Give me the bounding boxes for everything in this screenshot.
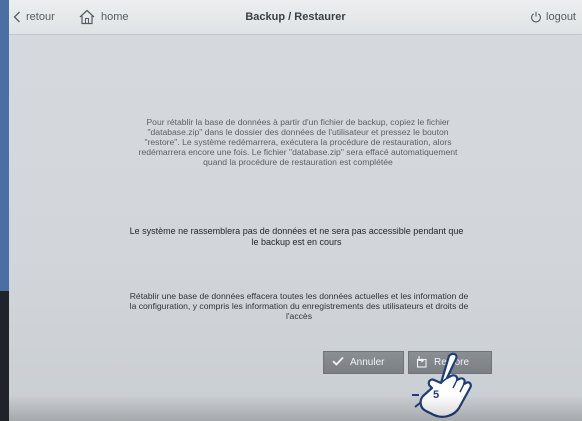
restore-button[interactable]: Restore	[408, 351, 492, 374]
restore-label: Restore	[434, 357, 470, 368]
top-bar: retour home Backup / Restaurer logout	[9, 0, 582, 35]
logout-button[interactable]: logout	[530, 0, 576, 34]
home-button[interactable]: home	[78, 0, 129, 34]
back-label: retour	[26, 11, 55, 23]
cancel-button[interactable]: Annuler	[323, 351, 404, 374]
power-icon	[530, 11, 542, 23]
backup-restore-screen: retour home Backup / Restaurer logout Po…	[9, 0, 582, 421]
backup-warning-text: Le système ne rassemblera pas de données…	[129, 226, 464, 247]
bottom-shadow	[9, 395, 582, 421]
logout-label: logout	[546, 11, 576, 23]
cancel-label: Annuler	[350, 357, 385, 368]
home-label: home	[101, 11, 129, 23]
checkmark-icon	[332, 356, 344, 369]
home-icon	[78, 9, 96, 25]
restore-warning-text: Rétablir une base de données effacera to…	[129, 291, 469, 321]
restore-icon	[415, 355, 428, 371]
back-button[interactable]: retour	[13, 0, 55, 34]
side-accent-bar	[0, 0, 9, 291]
step-number-label: 5	[432, 389, 440, 401]
restore-instructions-text: Pour rétablir la base de données à parti…	[138, 117, 458, 167]
chevron-left-icon	[13, 11, 21, 23]
